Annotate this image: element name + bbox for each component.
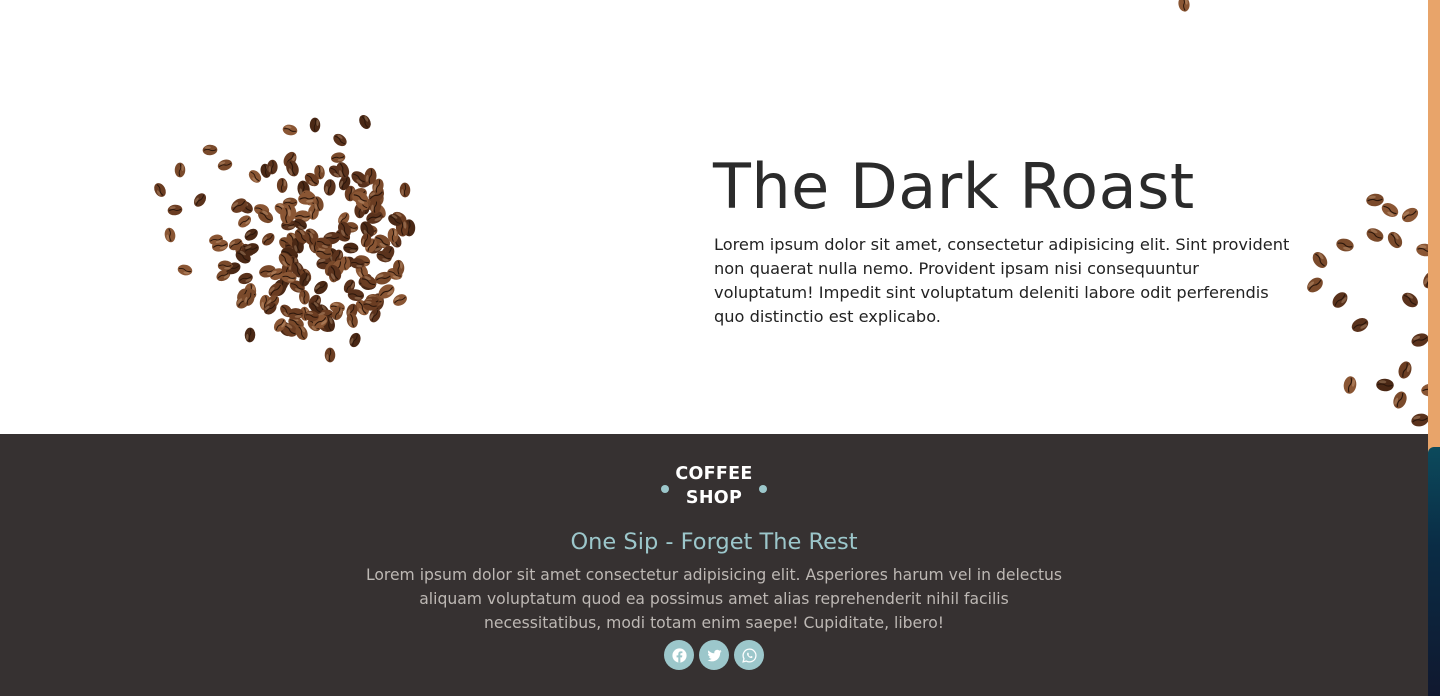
twitter-icon [706,649,722,661]
footer-tagline: One Sip - Forget The Rest [570,529,858,555]
footer-logo[interactable]: COFFEE SHOP [660,462,768,516]
section-title: The Dark Roast [713,150,1195,223]
footer: COFFEE SHOP One Sip - Forget The Rest Lo… [0,434,1428,696]
scrollbar-thumb[interactable] [1428,447,1440,696]
section-description: Lorem ipsum dolor sit amet, consectetur … [714,235,1290,326]
social-links [664,640,764,670]
twitter-link[interactable] [699,640,729,670]
logo-dot-right [759,485,767,493]
whatsapp-icon [741,647,757,663]
facebook-link[interactable] [664,640,694,670]
coffee-beans-image-top [1178,0,1190,12]
facebook-icon [671,647,687,663]
coffee-beans-image-right [1307,193,1428,427]
page-scrollbar[interactable] [1428,0,1440,696]
page: The Dark Roast Lorem ipsum dolor sit ame… [0,0,1428,696]
whatsapp-link[interactable] [734,640,764,670]
logo-text: COFFEE SHOP [670,462,758,510]
logo-line-shop: SHOP [685,488,743,508]
logo-dot-left [661,485,669,493]
hero-section: The Dark Roast Lorem ipsum dolor sit ame… [0,0,1428,434]
footer-description: Lorem ipsum dolor sit amet consectetur a… [365,566,1063,632]
coffee-beans-image [154,115,416,363]
logo-line-coffee: COFFEE [675,464,753,484]
